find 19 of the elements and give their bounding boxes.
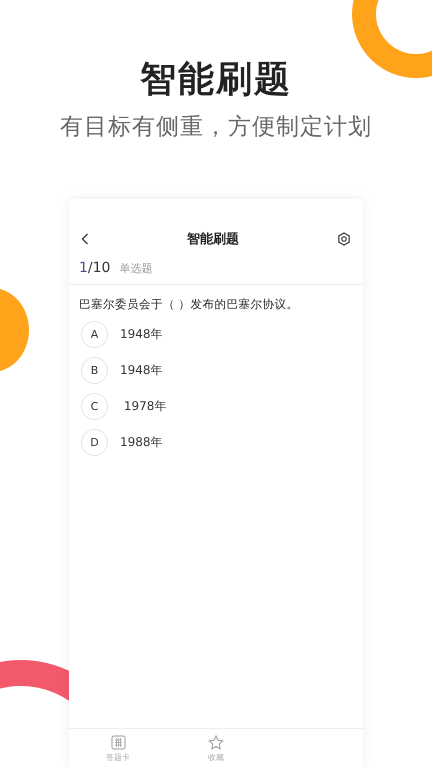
question-type: 单选题 [119,261,152,276]
option-text[interactable]: 1978年 [120,398,166,415]
grid-icon [110,734,126,750]
option-letter[interactable]: A [81,321,108,348]
settings-icon[interactable] [337,232,351,246]
option-text[interactable]: 1988年 [120,434,163,451]
progress-current: 1 [79,260,88,276]
option-letter[interactable]: B [81,357,108,384]
headline: 智能刷题 [140,58,292,102]
option-text[interactable]: 1948年 [120,326,163,343]
progress-total: /10 [88,260,110,276]
back-icon[interactable] [81,233,89,245]
question-text: 巴塞尔委员会于（ ）发布的巴塞尔协议。 [78,296,300,313]
option-text[interactable]: 1948年 [120,362,163,379]
star-icon [208,734,224,750]
screen-title: 智能刷题 [187,231,239,248]
option-letter[interactable]: D [81,429,108,456]
option-letter[interactable]: C [81,393,108,420]
subtitle: 有目标有侧重，方便制定计划 [60,113,372,142]
